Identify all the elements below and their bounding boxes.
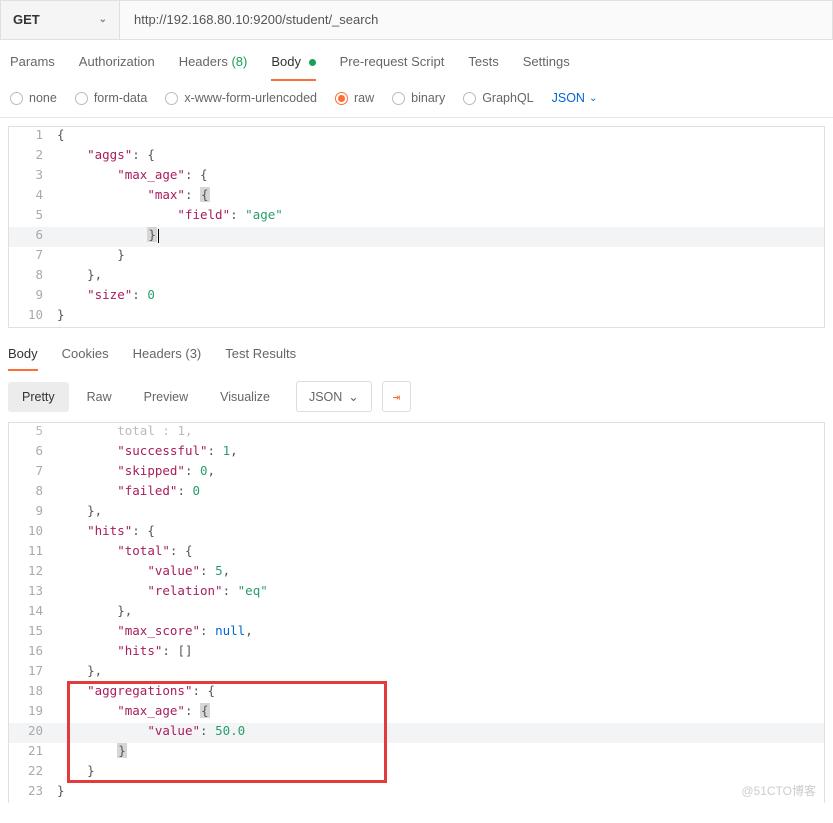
request-editor[interactable]: 1{ 2 "aggs": { 3 "max_age": { 4 "max": {… [8, 126, 825, 328]
radio-graphql[interactable]: GraphQL [463, 91, 533, 105]
body-options: none form-data x-www-form-urlencoded raw… [0, 81, 833, 118]
view-raw[interactable]: Raw [73, 382, 126, 412]
radio-form-data[interactable]: form-data [75, 91, 148, 105]
request-bar: GET ⌄ [0, 0, 833, 40]
resp-tab-test-results[interactable]: Test Results [225, 346, 296, 371]
method-select[interactable]: GET ⌄ [0, 0, 120, 40]
radio-xwww[interactable]: x-www-form-urlencoded [165, 91, 317, 105]
method-label: GET [13, 12, 40, 27]
view-visualize[interactable]: Visualize [206, 382, 284, 412]
resp-tab-headers[interactable]: Headers (3) [133, 346, 202, 371]
view-pretty[interactable]: Pretty [8, 382, 69, 412]
chevron-down-icon: ⌄ [348, 389, 358, 404]
response-tabs: Body Cookies Headers (3) Test Results [0, 328, 833, 371]
resp-tab-body[interactable]: Body [8, 346, 38, 371]
tab-headers[interactable]: Headers (8) [179, 54, 248, 81]
modified-dot-icon [309, 59, 316, 66]
watermark: @51CTO博客 [741, 782, 816, 799]
response-toolbar: Pretty Raw Preview Visualize JSON ⌄ ⇥ [0, 371, 833, 418]
radio-none[interactable]: none [10, 91, 57, 105]
tab-body[interactable]: Body [271, 54, 315, 81]
tab-tests[interactable]: Tests [468, 54, 498, 81]
tab-params[interactable]: Params [10, 54, 55, 81]
request-tabs: Params Authorization Headers (8) Body Pr… [0, 40, 833, 81]
radio-binary[interactable]: binary [392, 91, 445, 105]
format-select[interactable]: JSON ⌄ [552, 91, 598, 105]
view-preview[interactable]: Preview [130, 382, 202, 412]
chevron-down-icon: ⌄ [589, 93, 597, 104]
url-input[interactable] [120, 0, 833, 40]
tab-prerequest[interactable]: Pre-request Script [340, 54, 445, 81]
tab-settings[interactable]: Settings [523, 54, 570, 81]
wrap-lines-button[interactable]: ⇥ [382, 381, 412, 412]
radio-raw[interactable]: raw [335, 91, 374, 105]
resp-tab-cookies[interactable]: Cookies [62, 346, 109, 371]
chevron-down-icon: ⌄ [99, 14, 107, 25]
response-editor[interactable]: 5 total : 1, 6 "successful": 1, 7 "skipp… [8, 422, 825, 803]
tab-authorization[interactable]: Authorization [79, 54, 155, 81]
response-format-select[interactable]: JSON ⌄ [296, 381, 372, 412]
